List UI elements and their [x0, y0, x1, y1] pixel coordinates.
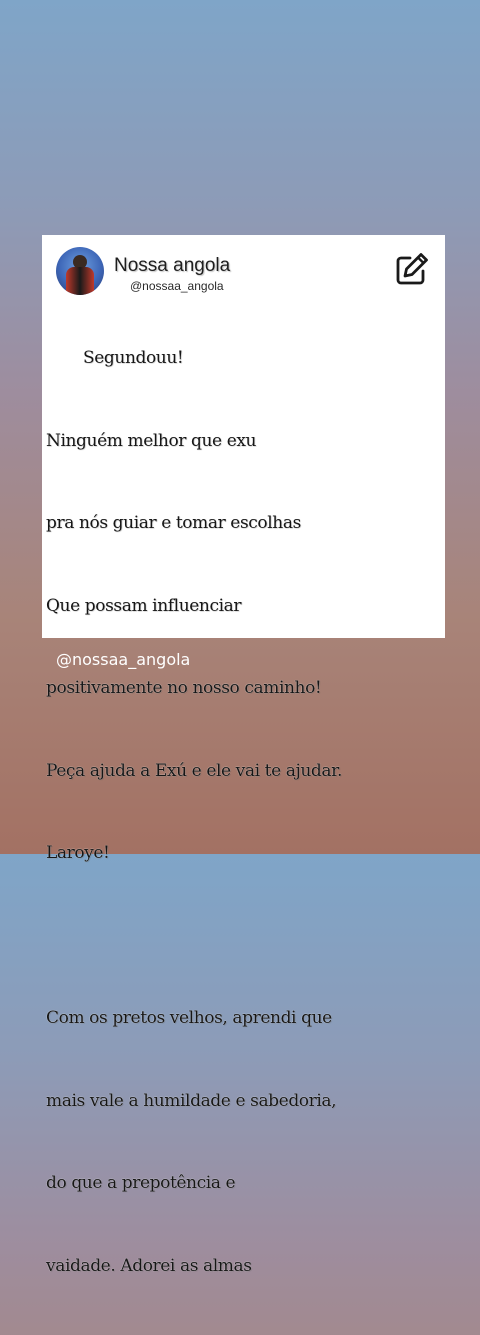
- edit-icon[interactable]: [394, 251, 430, 287]
- post-text: Segundouu! Ninguém melhor que exu pra nó…: [46, 290, 442, 1335]
- avatar[interactable]: [56, 247, 104, 295]
- post-line: Ninguém melhor que exu: [46, 430, 257, 451]
- post-line: Que possam influenciar: [46, 595, 242, 616]
- post-line: Segundouu!: [83, 348, 184, 368]
- post-line: mais vale a humildade e sabedoria,: [46, 1090, 337, 1111]
- post-line: vaidade. Adorei as almas: [46, 1255, 252, 1276]
- story-screen: { "post": { "display_name": "Nossa angol…: [0, 0, 480, 1276]
- post-card: Nossa angola @nossaa_angola Segundouu! N…: [42, 235, 445, 1276]
- post-line: do que a prepotência e: [46, 1173, 236, 1193]
- post-line: pra nós guiar e tomar escolhas: [46, 513, 301, 533]
- post-line: [46, 923, 442, 951]
- story-handle-watermark[interactable]: @nossaa_angola: [56, 650, 190, 669]
- post-line: Peça ajuda a Exú e ele vai te ajudar.: [46, 760, 342, 781]
- post-line: positivamente no nosso caminho!: [46, 678, 322, 698]
- display-name: Nossa angola: [114, 255, 231, 276]
- post-line: Com os pretos velhos, aprendi que: [46, 1008, 332, 1028]
